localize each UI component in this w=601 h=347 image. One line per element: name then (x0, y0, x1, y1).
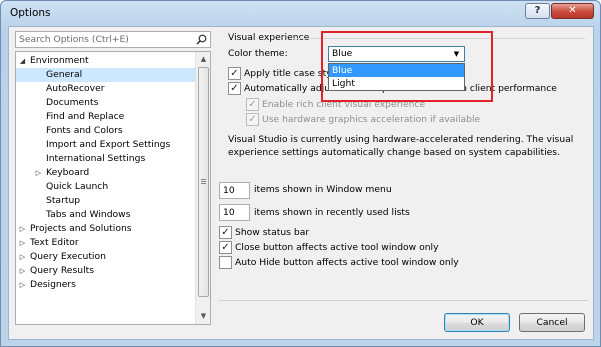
tree-item-designers[interactable]: ▷ Designers (16, 278, 195, 292)
collapsed-arrow-icon[interactable]: ▷ (34, 166, 43, 180)
tree-item-quick-launch[interactable]: Quick Launch (16, 180, 195, 194)
hw-accel-label: Use hardware graphics acceleration if av… (262, 114, 481, 125)
tree-item-projects-and-solutions[interactable]: ▷ Projects and Solutions (16, 222, 195, 236)
show-status-bar-label: Show status bar (235, 227, 310, 238)
footer-divider (219, 300, 588, 301)
scroll-up-arrow-icon[interactable]: ▲ (196, 52, 210, 67)
tree-item-tabs-and-windows[interactable]: Tabs and Windows (16, 208, 195, 222)
apply-title-case-checkbox[interactable]: ✓ (228, 67, 241, 80)
tree-item-startup[interactable]: Startup (16, 194, 195, 208)
tree-item-text-editor[interactable]: ▷ Text Editor (16, 236, 195, 250)
auto-hide-label: Auto Hide button affects active tool win… (235, 257, 459, 268)
rendering-info-line-1: Visual Studio is currently using hardwar… (228, 134, 574, 145)
collapsed-arrow-icon[interactable]: ▷ (18, 250, 27, 264)
auto-hide-checkbox[interactable] (219, 256, 232, 269)
recent-lists-items-label: items shown in recently used lists (254, 207, 410, 218)
options-tree[interactable]: ◢ Environment General AutoRecover Docume… (15, 51, 211, 325)
tree-item-query-results[interactable]: ▷ Query Results (16, 264, 195, 278)
rich-client-checkbox[interactable]: ✓ (246, 98, 259, 111)
tree-item-international-settings[interactable]: International Settings (16, 152, 195, 166)
tree-scrollbar[interactable]: ▲ ▼ (195, 52, 210, 324)
scrollbar-thumb[interactable] (198, 67, 209, 297)
color-theme-select[interactable]: Blue ▼ (328, 46, 465, 62)
tree-item-keyboard[interactable]: ▷ Keyboard (16, 166, 195, 180)
show-status-bar-checkbox[interactable]: ✓ (219, 226, 232, 239)
close-button-checkbox[interactable]: ✓ (219, 241, 232, 254)
expanded-arrow-icon[interactable]: ◢ (18, 54, 27, 68)
scroll-down-arrow-icon[interactable]: ▼ (196, 309, 210, 324)
tree-item-autorecover[interactable]: AutoRecover (16, 82, 195, 96)
dropdown-option-light[interactable]: Light (329, 77, 464, 90)
tree-item-query-execution[interactable]: ▷ Query Execution (16, 250, 195, 264)
window-title: Options (10, 7, 51, 19)
window-menu-items-label: items shown in Window menu (254, 184, 392, 195)
tree-item-documents[interactable]: Documents (16, 96, 195, 110)
group-divider (293, 38, 585, 39)
search-options-input[interactable]: Search Options (Ctrl+E) (15, 31, 211, 48)
collapsed-arrow-icon[interactable]: ▷ (18, 278, 27, 292)
collapsed-arrow-icon[interactable]: ▷ (18, 222, 27, 236)
tree-item-fonts-and-colors[interactable]: Fonts and Colors (16, 124, 195, 138)
tree-item-find-and-replace[interactable]: Find and Replace (16, 110, 195, 124)
dialog-client-area: Search Options (Ctrl+E) ◢ Environment Ge… (8, 26, 594, 340)
options-dialog: Options ? ✕ Search Options (Ctrl+E) ◢ En… (0, 0, 601, 347)
color-theme-dropdown[interactable]: Blue Light (328, 63, 465, 91)
auto-adjust-checkbox[interactable]: ✓ (228, 82, 241, 95)
recent-lists-items-input[interactable]: 10 (219, 204, 250, 221)
color-theme-value: Blue (332, 48, 353, 59)
cancel-button[interactable]: Cancel (519, 313, 585, 332)
collapsed-arrow-icon[interactable]: ▷ (18, 264, 27, 278)
close-button[interactable]: ✕ (551, 3, 594, 19)
title-bar-buttons: ? ✕ (525, 3, 594, 19)
window-menu-items-input[interactable]: 10 (219, 182, 250, 199)
tree-item-general[interactable]: General (16, 68, 195, 82)
collapsed-arrow-icon[interactable]: ▷ (18, 236, 27, 250)
rich-client-label: Enable rich client visual experience (262, 99, 426, 110)
ok-button[interactable]: OK (444, 313, 510, 332)
search-icon[interactable] (196, 34, 207, 45)
search-placeholder: Search Options (Ctrl+E) (19, 34, 129, 45)
hw-accel-checkbox[interactable]: ✓ (246, 113, 259, 126)
rendering-info-line-2: experience settings automatically change… (228, 147, 560, 158)
color-theme-label: Color theme: (228, 48, 288, 59)
chevron-down-icon[interactable]: ▼ (449, 47, 464, 61)
close-button-label: Close button affects active tool window … (235, 242, 439, 253)
tree-item-import-export-settings[interactable]: Import and Export Settings (16, 138, 195, 152)
tree-item-environment[interactable]: ◢ Environment (16, 54, 195, 68)
help-button[interactable]: ? (525, 3, 550, 19)
dropdown-option-blue[interactable]: Blue (329, 64, 464, 77)
